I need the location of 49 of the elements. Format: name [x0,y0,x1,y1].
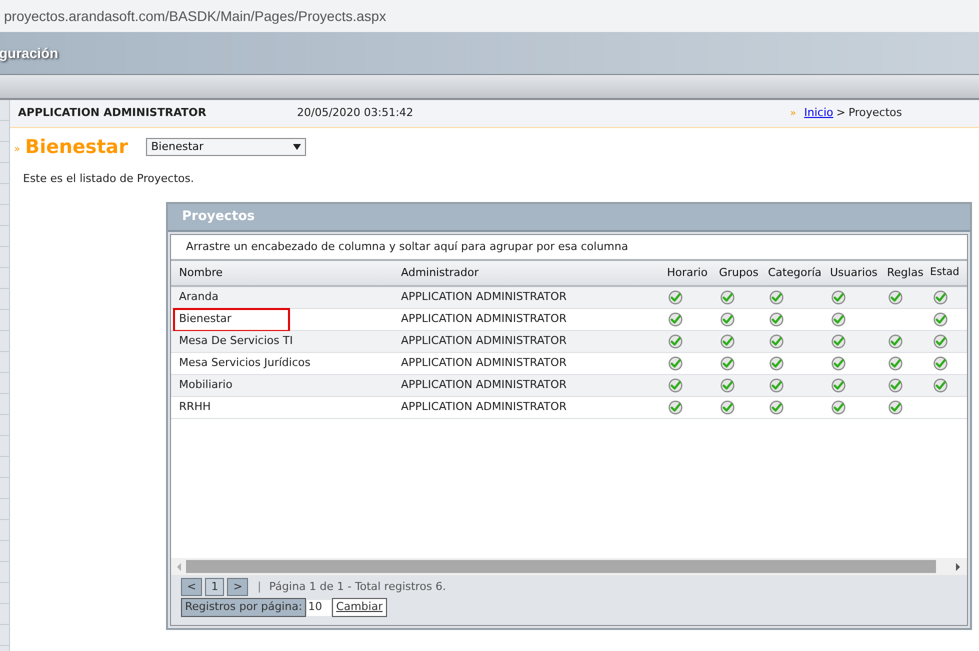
page-button[interactable]: 1 [205,578,224,596]
column-header[interactable]: Usuarios [830,266,878,279]
pager-summary: Página 1 de 1 - Total registros 6. [269,578,446,595]
table-cell: APPLICATION ADMINISTRATOR [401,334,567,348]
column-header[interactable]: Reglas [887,266,924,279]
table-cell: APPLICATION ADMINISTRATOR [401,400,567,414]
pager-separator: | [257,578,262,595]
table-row[interactable]: Bienestar APPLICATION ADMINISTRATOR [171,309,967,331]
home-link[interactable]: Inicio [804,105,834,122]
column-header[interactable]: Categoría [768,266,822,279]
apply-button[interactable]: Cambiar [332,598,387,617]
previous-page-button[interactable]: < [181,578,202,596]
scroll-right-icon[interactable] [956,562,960,570]
page-size-label: Registros por página: [181,598,306,617]
table-cell-text: Mobiliario [178,377,232,394]
caret-icon [293,144,302,150]
description: Este es el listado de Proyectos. [22,171,195,187]
scroll-left-icon[interactable] [177,562,181,570]
table-cell: APPLICATION ADMINISTRATOR [401,356,567,370]
title-marker: » [14,142,20,156]
table-row[interactable]: Mesa De Servicios TI APPLICATION ADMINISTRATOR [171,331,967,353]
table-cell: APPLICATION ADMINISTRATOR [401,312,567,326]
table-cell-text: Mesa De Servicios TI [178,333,293,350]
project-select[interactable]: Bienestar [146,138,306,156]
address-bar[interactable]: proyectos.arandasoft.com/BASDK/Main/Pages/Proyects.aspx [0,0,979,32]
table-cell: Bienestar [174,308,289,330]
column-header[interactable]: Horario [667,266,708,279]
breadcrumb-current: Proyectos [848,105,902,122]
panel-title: Proyectos [168,204,970,232]
breadcrumb-separator: > [836,105,846,122]
user-name: APPLICATION ADMINISTRATOR [17,105,208,122]
breadcrumb-marker: » [790,107,796,121]
table-cell-text: Mesa Servicios Jurídicos [178,355,310,372]
column-header[interactable]: Grupos [719,266,758,279]
table-row[interactable]: Aranda APPLICATION ADMINISTRATOR [171,287,967,309]
table-cell: APPLICATION ADMINISTRATOR [401,378,567,392]
next-page-button[interactable]: > [227,578,248,596]
column-header[interactable]: Estad [930,266,960,278]
column-header[interactable]: Nombre [179,266,223,279]
table-cell: APPLICATION ADMINISTRATOR [401,290,567,304]
page-title: Bienestar [25,134,130,160]
column-header[interactable]: Administrador [401,266,479,279]
horizontal-scrollbar[interactable] [171,558,967,575]
page-size-field[interactable]: 10 [307,600,332,616]
scroll-thumb[interactable] [186,560,936,573]
date-time: 20/05/2020 03:51:42 [297,105,414,122]
table-cell-text: RRHH [178,399,211,416]
table-cell-text: Aranda [178,289,218,306]
table-row[interactable]: Mobiliario APPLICATION ADMINISTRATOR [171,375,967,397]
